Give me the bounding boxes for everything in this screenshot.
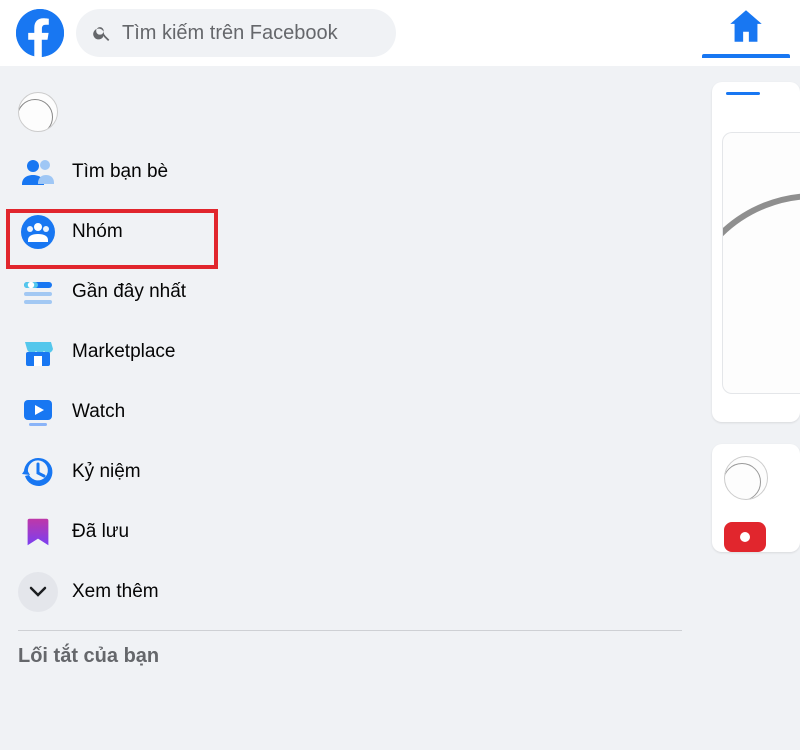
sidebar-item-groups[interactable]: Nhóm [8, 204, 692, 260]
feed-card[interactable] [712, 444, 800, 552]
marketplace-icon [18, 332, 58, 372]
sidebar-item-see-more[interactable]: Xem thêm [8, 564, 692, 620]
sidebar-item-label: Gần đây nhất [72, 281, 186, 303]
card-image [722, 132, 800, 394]
sidebar-item-marketplace[interactable]: Marketplace [8, 324, 692, 380]
sidebar-item-label: Marketplace [72, 341, 176, 363]
divider [18, 630, 682, 631]
search-input[interactable]: Tìm kiếm trên Facebook [76, 9, 396, 57]
chevron-down-icon [18, 572, 58, 612]
profile-avatar-icon [18, 92, 58, 132]
home-icon [726, 6, 766, 46]
feed-column [700, 66, 800, 750]
facebook-icon [16, 9, 64, 57]
card-header [712, 82, 800, 124]
memories-icon [18, 452, 58, 492]
sidebar-item-saved[interactable]: Đã lưu [8, 504, 692, 560]
shortcuts-heading: Lối tắt của bạn [8, 645, 692, 668]
sidebar-item-label: Đã lưu [72, 521, 129, 543]
facebook-logo[interactable] [16, 9, 64, 57]
sidebar-item-label: Tìm bạn bè [72, 161, 168, 183]
sidebar: Tìm bạn bè Nhóm [0, 66, 700, 750]
accent-line [726, 92, 760, 95]
sidebar-item-label: Xem thêm [72, 581, 159, 603]
sidebar-item-find-friends[interactable]: Tìm bạn bè [8, 144, 692, 200]
main: Tìm bạn bè Nhóm [0, 66, 800, 750]
live-badge[interactable] [724, 522, 766, 552]
avatar[interactable] [724, 456, 768, 500]
saved-icon [18, 512, 58, 552]
recent-icon [18, 272, 58, 312]
groups-icon [18, 212, 58, 252]
sidebar-item-label: Nhóm [72, 221, 123, 243]
sidebar-item-label: Watch [72, 401, 125, 423]
sidebar-item-profile[interactable] [8, 84, 692, 140]
header: Tìm kiếm trên Facebook [0, 0, 800, 66]
search-placeholder: Tìm kiếm trên Facebook [122, 22, 338, 45]
sidebar-item-memories[interactable]: Kỷ niệm [8, 444, 692, 500]
friends-icon [18, 152, 58, 192]
tab-home[interactable] [702, 6, 790, 58]
tab-home-underline [702, 54, 790, 58]
watch-icon [18, 392, 58, 432]
feed-card[interactable] [712, 82, 800, 422]
dot-icon [740, 532, 750, 542]
sidebar-item-recent[interactable]: Gần đây nhất [8, 264, 692, 320]
sidebar-item-watch[interactable]: Watch [8, 384, 692, 440]
sidebar-item-label: Kỷ niệm [72, 461, 141, 483]
search-icon [92, 23, 112, 43]
